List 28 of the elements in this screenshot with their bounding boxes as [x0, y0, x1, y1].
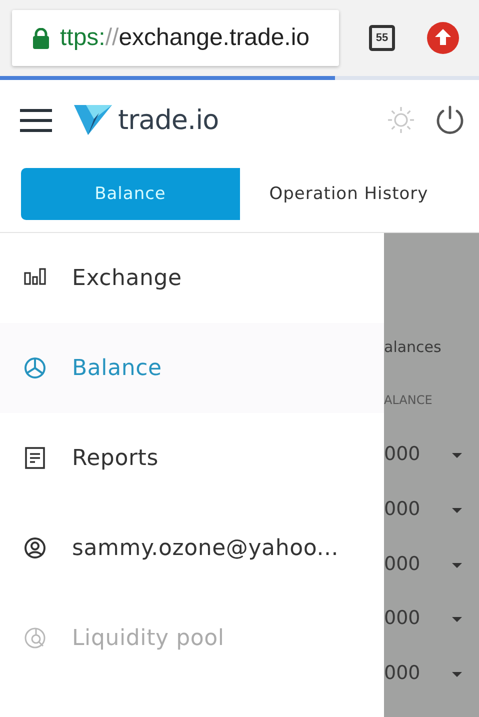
- upload-icon[interactable]: [427, 22, 459, 54]
- dropdown-caret-icon[interactable]: [452, 617, 462, 622]
- balance-value: 000: [384, 443, 420, 466]
- menu-item[interactable]: Exchange: [0, 233, 384, 323]
- user-icon: [24, 537, 46, 559]
- dropdown-caret-icon[interactable]: [452, 562, 462, 568]
- power-icon[interactable]: [435, 105, 465, 135]
- section-heading: alances: [384, 338, 442, 358]
- menu-item[interactable]: Reports: [0, 413, 384, 503]
- logo-icon: [74, 105, 112, 135]
- lock-icon: [32, 28, 50, 48]
- column-header: ALANCE: [384, 392, 434, 409]
- dropdown-caret-icon[interactable]: [452, 672, 462, 678]
- balance-value: 000: [384, 607, 420, 630]
- dropdown-caret-icon[interactable]: [452, 508, 462, 513]
- dropdown-caret-icon[interactable]: [452, 453, 462, 458]
- menu-item[interactable]: sammy.ozone@yahoo...: [0, 503, 384, 593]
- document-icon: [24, 447, 46, 469]
- balance-value: 000: [384, 552, 420, 575]
- pie-chart-icon: [24, 357, 46, 379]
- tab-count-button[interactable]: 55: [369, 25, 395, 51]
- menu-icon[interactable]: [20, 108, 52, 132]
- balance-value: 000: [384, 498, 420, 520]
- logo-text: trade.io: [118, 104, 219, 136]
- url-field[interactable]: ttps://exchange.trade.io: [12, 10, 339, 66]
- pool-icon: [24, 627, 46, 649]
- tab[interactable]: Operation History: [240, 168, 458, 220]
- balance-value: 000: [384, 662, 420, 684]
